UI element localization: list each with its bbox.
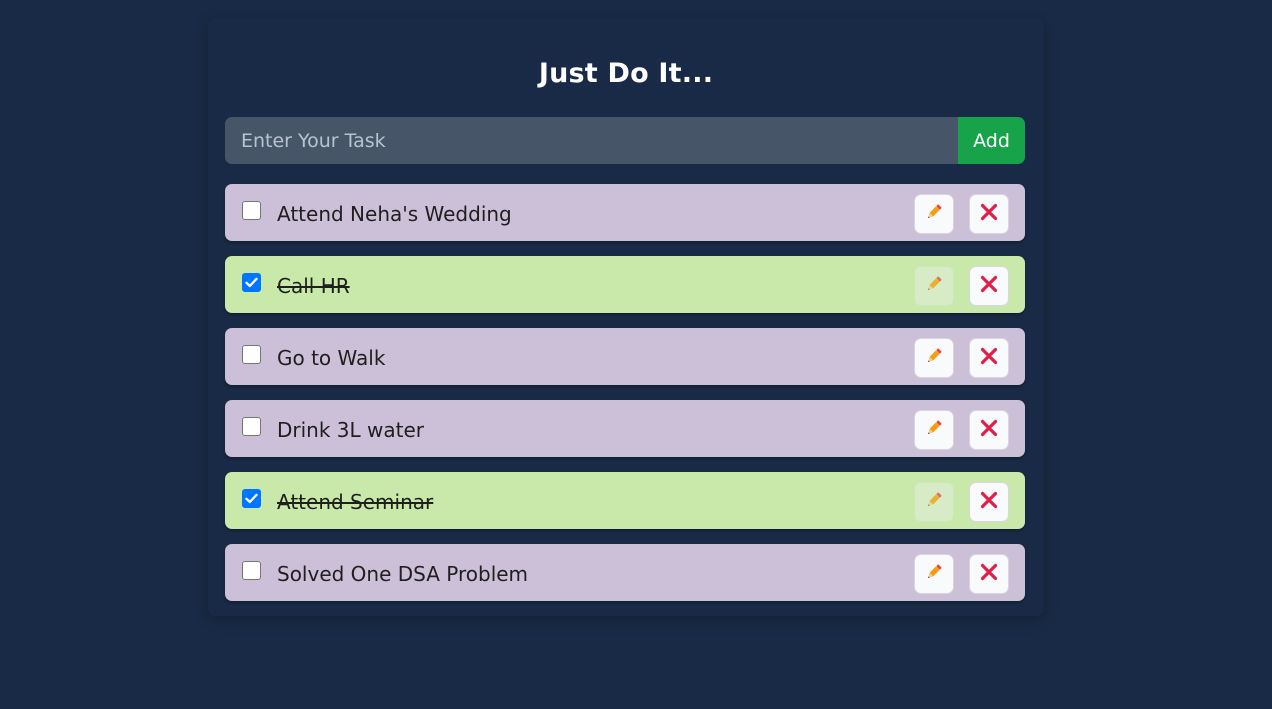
- task-checkbox[interactable]: [242, 561, 261, 580]
- delete-button[interactable]: [969, 338, 1009, 378]
- task-text: Solved One DSA Problem: [277, 562, 529, 586]
- task-item: Attend Neha's Wedding: [225, 184, 1025, 241]
- task-checkbox[interactable]: [242, 489, 261, 508]
- delete-button[interactable]: [969, 554, 1009, 594]
- edit-button[interactable]: [914, 482, 954, 522]
- task-text: Call HR: [277, 274, 350, 298]
- task-item: Drink 3L water: [225, 400, 1025, 457]
- close-icon: [979, 202, 999, 226]
- pencil-icon: [924, 202, 944, 226]
- pencil-icon: [924, 346, 944, 370]
- close-icon: [979, 274, 999, 298]
- task-checkbox[interactable]: [242, 201, 261, 220]
- task-input-row: Add: [225, 117, 1025, 164]
- task-text: Attend Neha's Wedding: [277, 202, 512, 226]
- edit-button[interactable]: [914, 554, 954, 594]
- pencil-icon: [924, 490, 944, 514]
- edit-button[interactable]: [914, 338, 954, 378]
- task-item: Go to Walk: [225, 328, 1025, 385]
- delete-button[interactable]: [969, 482, 1009, 522]
- close-icon: [979, 562, 999, 586]
- close-icon: [979, 418, 999, 442]
- pencil-icon: [924, 274, 944, 298]
- delete-button[interactable]: [969, 410, 1009, 450]
- add-task-button[interactable]: Add: [958, 117, 1025, 164]
- edit-button[interactable]: [914, 194, 954, 234]
- delete-button[interactable]: [969, 194, 1009, 234]
- task-text: Go to Walk: [277, 346, 386, 370]
- task-text: Drink 3L water: [277, 418, 425, 442]
- close-icon: [979, 490, 999, 514]
- task-text: Attend Seminar: [277, 490, 434, 514]
- task-input[interactable]: [225, 117, 958, 164]
- pencil-icon: [924, 562, 944, 586]
- edit-button[interactable]: [914, 410, 954, 450]
- app-title: Just Do It...: [538, 58, 714, 89]
- pencil-icon: [924, 418, 944, 442]
- task-checkbox[interactable]: [242, 273, 261, 292]
- edit-button[interactable]: [914, 266, 954, 306]
- task-list: Attend Neha's Wedding Call HR Go to Walk…: [225, 184, 1025, 616]
- todo-card: Just Do It... Add Attend Neha's Wedding …: [208, 18, 1044, 616]
- delete-button[interactable]: [969, 266, 1009, 306]
- task-checkbox[interactable]: [242, 345, 261, 364]
- close-icon: [979, 346, 999, 370]
- task-item: Call HR: [225, 256, 1025, 313]
- task-item: Solved One DSA Problem: [225, 544, 1025, 601]
- task-item: Attend Seminar: [225, 472, 1025, 529]
- task-checkbox[interactable]: [242, 417, 261, 436]
